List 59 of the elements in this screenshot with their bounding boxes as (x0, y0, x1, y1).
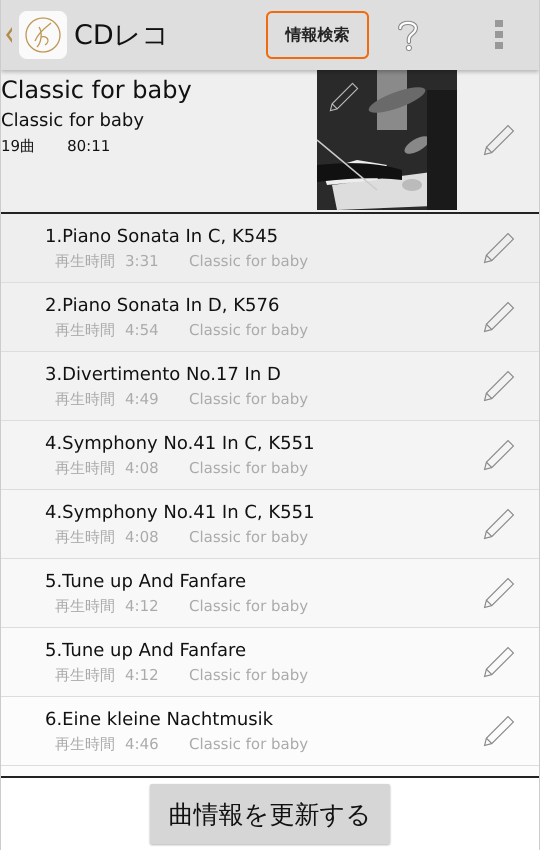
track-title: 3.Divertimento No.17 In D (45, 364, 282, 384)
pencil-icon[interactable] (327, 80, 361, 114)
edit-pencil-icon[interactable] (481, 644, 517, 680)
edit-pencil-icon[interactable] (481, 122, 517, 158)
track-duration: 4:54 (125, 320, 160, 340)
search-info-button[interactable]: 情報検索 (266, 11, 369, 59)
duration-label: 再生時間 (55, 734, 115, 754)
track-duration: 4:08 (125, 458, 160, 478)
duration-label: 再生時間 (55, 252, 115, 270)
total-time: 80:11 (67, 137, 110, 156)
app-logo-icon (19, 11, 67, 59)
track-row[interactable]: 4.Symphony No.41 In C, K551 再生時間 4:08 Classic for baby (1, 421, 539, 490)
edit-pencil-icon[interactable] (481, 713, 517, 749)
track-title: 4.Symphony No.41 In C, K551 (45, 432, 316, 454)
track-duration: 3:31 (125, 252, 160, 270)
track-title: 6.Eine kleine Nachtmusik (45, 708, 274, 730)
track-duration: 4:12 (125, 596, 160, 616)
album-artist: Classic for baby (1, 110, 145, 131)
app-title: CDレコ (74, 19, 170, 53)
track-duration: 4:08 (125, 528, 160, 546)
edit-pencil-icon[interactable] (481, 437, 517, 473)
track-album: Classic for baby (189, 596, 308, 616)
track-duration: 4:49 (125, 390, 160, 408)
track-title: 2.Piano Sonata In D, K576 (45, 294, 280, 316)
edit-pencil-icon[interactable] (481, 506, 517, 542)
duration-label: 再生時間 (55, 528, 115, 546)
edit-pencil-icon[interactable] (481, 575, 517, 611)
duration-label: 再生時間 (55, 390, 115, 408)
track-album: Classic for baby (189, 666, 308, 684)
track-count: 19曲 (1, 137, 36, 156)
duration-label: 再生時間 (55, 666, 115, 684)
edit-pencil-icon[interactable] (481, 368, 517, 404)
duration-label: 再生時間 (55, 458, 115, 478)
duration-label: 再生時間 (55, 596, 115, 616)
track-album: Classic for baby (189, 252, 308, 270)
track-row[interactable]: 4.Symphony No.41 In C, K551 再生時間 4:08 Classic for baby (1, 490, 539, 559)
track-row[interactable]: 5.Tune up And Fanfare 再生時間 4:12 Classic for baby (1, 559, 539, 628)
track-album: Classic for baby (189, 734, 308, 754)
track-title: 1.Piano Sonata In C, K545 (45, 226, 280, 246)
track-duration: 4:46 (125, 734, 160, 754)
track-row[interactable]: 5.Tune up And Fanfare 再生時間 4:12 Classic for baby (1, 628, 539, 697)
album-title: Classic for baby (1, 76, 193, 104)
track-row[interactable]: 1.Piano Sonata In C, K545 再生時間 3:31 Classic for baby (1, 214, 539, 283)
track-row[interactable]: 3.Divertimento No.17 In D 再生時間 4:49 Classic for baby (1, 352, 539, 421)
track-album: Classic for baby (189, 390, 308, 408)
track-album: Classic for baby (189, 320, 308, 340)
track-title: 5.Tune up And Fanfare (45, 640, 248, 660)
update-track-info-button[interactable]: 曲情報を更新する (150, 784, 390, 844)
edit-pencil-icon[interactable] (481, 230, 517, 266)
overflow-menu-icon[interactable] (495, 20, 503, 50)
track-duration: 4:12 (125, 666, 160, 684)
track-album: Classic for baby (189, 528, 308, 546)
duration-label: 再生時間 (55, 320, 115, 340)
edit-pencil-icon[interactable] (481, 299, 517, 335)
back-chevron-icon[interactable] (5, 25, 13, 45)
track-row[interactable]: 2.Piano Sonata In D, K576 再生時間 4:54 Classic for baby (1, 283, 539, 352)
track-title: 5.Tune up And Fanfare (45, 570, 248, 592)
track-album: Classic for baby (189, 458, 308, 478)
track-title: 4.Symphony No.41 In C, K551 (45, 502, 316, 522)
